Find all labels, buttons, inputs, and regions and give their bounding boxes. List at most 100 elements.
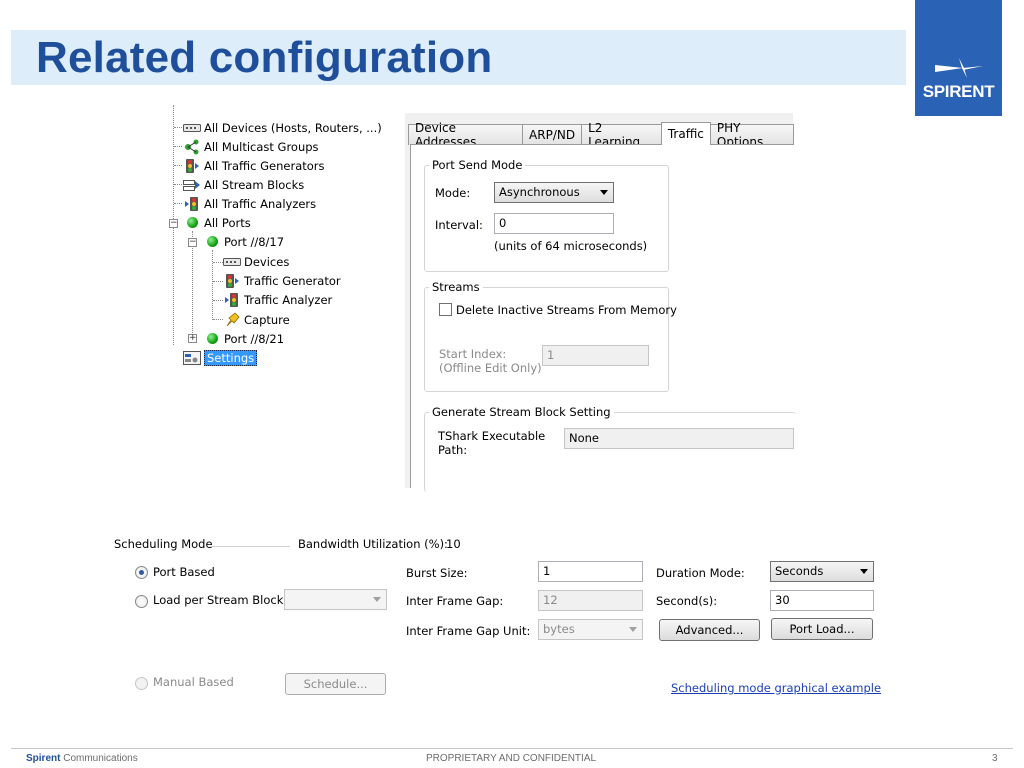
tshark-path-input[interactable]: None	[564, 428, 794, 449]
tab-traffic[interactable]: Traffic	[660, 122, 711, 145]
tshark-path-label: TShark Executable	[438, 429, 546, 443]
stream-block-setting-group	[424, 412, 796, 492]
tree-item-all-traffic-analyzers[interactable]: All Traffic Analyzers	[183, 194, 316, 213]
tree-item-label: Port //8/21	[224, 331, 285, 346]
tree-item-label: Capture	[244, 312, 290, 327]
resource-tree[interactable]: − − + All Devices (Hosts, Routers, ...) …	[165, 105, 405, 370]
bandwidth-utilization-value: 10	[446, 537, 461, 551]
tab-arp-nd[interactable]: ARP/ND	[522, 124, 583, 145]
bandwidth-utilization-label: Bandwidth Utilization (%):	[298, 537, 448, 551]
scheduling-mode-example-link[interactable]: Scheduling mode graphical example	[671, 681, 881, 695]
stream-blocks-icon	[183, 177, 201, 193]
mode-label: Mode:	[435, 186, 471, 200]
tree-item-traffic-generator[interactable]: Traffic Generator	[223, 271, 341, 290]
chevron-down-icon	[629, 627, 637, 632]
duration-mode-dropdown[interactable]: Seconds	[770, 561, 874, 582]
tree-item-label: Traffic Analyzer	[244, 292, 333, 307]
manual-based-radio[interactable]	[135, 677, 148, 690]
devices-icon	[183, 120, 201, 136]
port-load-button[interactable]: Port Load...	[771, 618, 873, 640]
tab-phy-options[interactable]: PHY Options	[709, 121, 794, 149]
load-per-stream-block-radio[interactable]	[135, 595, 148, 608]
tree-item-label: All Traffic Generators	[204, 158, 325, 173]
capture-icon	[223, 311, 241, 328]
schedule-button[interactable]: Schedule...	[285, 673, 386, 695]
interval-units-note: (units of 64 microseconds)	[494, 239, 648, 253]
footer-company-bold: Spirent	[26, 753, 61, 764]
multicast-icon	[183, 139, 201, 155]
inter-frame-gap-unit-label: Inter Frame Gap Unit:	[406, 624, 531, 638]
tab-device-addresses[interactable]: Device Addresses	[408, 121, 524, 149]
traffic-tab-content: Port Send Mode Mode: Asynchronous Interv…	[410, 144, 796, 492]
tree-item-settings[interactable]: Settings	[183, 348, 258, 367]
tree-item-all-ports[interactable]: All Ports	[183, 213, 251, 232]
tree-item-label: All Multicast Groups	[204, 139, 319, 154]
port-based-radio[interactable]	[135, 566, 148, 579]
delete-inactive-streams-checkbox[interactable]	[439, 303, 452, 316]
tree-item-label: All Traffic Analyzers	[204, 196, 317, 211]
footer-page-number: 3	[992, 753, 998, 764]
tree-item-port-8-21[interactable]: Port //8/21	[203, 329, 284, 348]
port-status-icon	[203, 234, 221, 250]
inter-frame-gap-unit-value: bytes	[543, 622, 575, 636]
tree-item-all-traffic-generators[interactable]: All Traffic Generators	[183, 156, 325, 175]
stream-block-setting-title: Generate Stream Block Setting	[429, 405, 614, 419]
port-status-icon	[203, 331, 221, 347]
spirent-star-icon	[935, 58, 983, 78]
chevron-down-icon	[860, 569, 868, 574]
port-8-17-collapse-toggle[interactable]: −	[188, 238, 197, 247]
advanced-button[interactable]: Advanced...	[659, 619, 760, 641]
duration-mode-label: Duration Mode:	[656, 566, 745, 580]
seconds-label: Second(s):	[656, 594, 718, 608]
footer-confidential: PROPRIETARY AND CONFIDENTIAL	[426, 753, 597, 764]
tree-item-port-8-17[interactable]: Port //8/17	[203, 232, 284, 251]
tree-item-label: All Stream Blocks	[204, 177, 305, 192]
tree-item-all-multicast-groups[interactable]: All Multicast Groups	[183, 137, 319, 156]
start-index-input[interactable]: 1	[542, 345, 649, 366]
load-per-stream-block-dropdown[interactable]	[284, 589, 387, 610]
interval-label: Interval:	[435, 218, 483, 232]
tshark-path-label-2: Path:	[438, 443, 468, 457]
traffic-analyzer-icon	[223, 292, 241, 308]
chevron-down-icon	[600, 190, 608, 195]
interval-input[interactable]: 0	[494, 213, 614, 234]
seconds-input[interactable]: 30	[770, 590, 874, 611]
chevron-down-icon	[373, 597, 381, 602]
delete-inactive-streams-label: Delete Inactive Streams From Memory	[456, 303, 677, 317]
burst-size-input[interactable]: 1	[538, 561, 643, 582]
all-ports-collapse-toggle[interactable]: −	[169, 219, 178, 228]
settings-tab-panel: Device Addresses ARP/ND L2 Learning Traf…	[405, 113, 796, 492]
inter-frame-gap-input[interactable]: 12	[538, 590, 643, 611]
start-index-label: Start Index:	[439, 347, 507, 361]
traffic-generator-icon	[183, 158, 201, 174]
tree-item-traffic-analyzer[interactable]: Traffic Analyzer	[223, 290, 332, 309]
tree-item-capture[interactable]: Capture	[223, 310, 290, 329]
duration-mode-value: Seconds	[775, 564, 824, 578]
start-index-label-note: (Offline Edit Only)	[439, 361, 542, 375]
spirent-logo: SPIRENT	[915, 0, 1002, 116]
tree-item-label: Traffic Generator	[244, 273, 341, 288]
footer-divider	[11, 748, 1013, 749]
tab-l2-learning[interactable]: L2 Learning	[581, 121, 662, 149]
tree-item-label: All Devices (Hosts, Routers, ...)	[204, 120, 382, 135]
settings-icon	[183, 350, 201, 366]
spirent-logo-text: SPIRENT	[922, 82, 995, 101]
devices-icon	[223, 254, 241, 270]
streams-title: Streams	[429, 280, 483, 294]
tree-item-label: Settings	[204, 349, 258, 366]
tree-item-all-stream-blocks[interactable]: All Stream Blocks	[183, 175, 304, 194]
tree-item-label: All Ports	[204, 215, 251, 230]
tree-item-devices[interactable]: Devices	[223, 252, 289, 271]
burst-size-label: Burst Size:	[406, 566, 468, 580]
tree-item-label: Devices	[244, 254, 290, 269]
mode-dropdown[interactable]: Asynchronous	[494, 182, 614, 203]
manual-based-label: Manual Based	[153, 675, 234, 689]
port-8-21-expand-toggle[interactable]: +	[188, 334, 197, 343]
tab-strip: Device Addresses ARP/ND L2 Learning Traf…	[408, 121, 794, 149]
traffic-analyzer-icon	[183, 196, 201, 212]
load-per-stream-block-label: Load per Stream Block	[153, 593, 284, 607]
tree-item-all-devices[interactable]: All Devices (Hosts, Routers, ...)	[183, 118, 382, 137]
port-based-label: Port Based	[153, 565, 215, 579]
scheduling-mode-label: Scheduling Mode	[114, 537, 213, 551]
inter-frame-gap-unit-dropdown[interactable]: bytes	[538, 619, 643, 640]
